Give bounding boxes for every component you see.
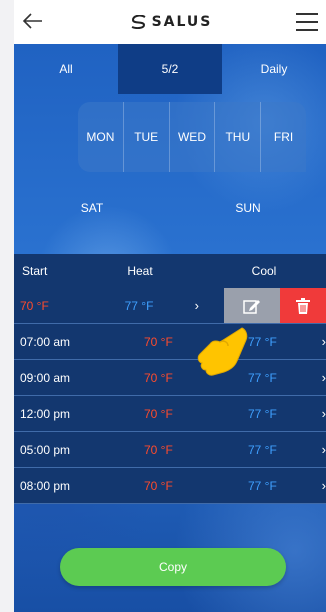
table-row[interactable]: 09:00 am 70 °F 77 °F › xyxy=(14,360,326,396)
row-start-time: 12:00 pm xyxy=(20,406,71,421)
edit-icon xyxy=(243,300,260,314)
pointing-hand-icon xyxy=(190,320,250,378)
row-heat: 70 °F xyxy=(144,478,173,493)
schedule-table-header: Start Heat Cool xyxy=(14,254,326,288)
row-start-time: 08:00 pm xyxy=(20,478,71,493)
row-heat: 70 °F xyxy=(20,298,49,313)
trash-icon xyxy=(296,298,310,314)
tab-all[interactable]: All xyxy=(14,44,118,94)
table-row[interactable]: 12:00 pm 70 °F 77 °F › xyxy=(14,396,326,432)
row-cool: 77 °F xyxy=(124,298,154,313)
salus-logo-icon xyxy=(131,15,146,29)
day-tue[interactable]: TUE xyxy=(124,102,170,172)
copy-button[interactable]: Copy xyxy=(60,548,286,586)
row-cool: 77 °F xyxy=(248,478,277,493)
chevron-right-icon: › xyxy=(194,298,199,313)
chevron-right-icon: › xyxy=(321,334,326,349)
edit-button[interactable] xyxy=(224,288,280,323)
row-start-time: 07:00 am xyxy=(20,334,71,349)
table-row[interactable]: 08:00 pm 70 °F 77 °F › xyxy=(14,468,326,504)
chevron-right-icon: › xyxy=(321,370,326,385)
brand-name: SALUS xyxy=(151,14,213,30)
weekend-selector: SAT SUN xyxy=(14,178,326,238)
table-row-swiped[interactable]: 70 °F 77 °F › xyxy=(14,288,326,324)
row-start-time: 05:00 pm xyxy=(20,442,71,457)
table-row[interactable]: 05:00 pm 70 °F 77 °F › xyxy=(14,432,326,468)
brand-logo: SALUS xyxy=(130,14,213,30)
app-header: SALUS xyxy=(14,0,326,44)
day-fri[interactable]: FRI xyxy=(261,102,306,172)
row-heat: 70 °F xyxy=(144,442,173,457)
mode-tabs: All 5/2 Daily xyxy=(14,44,326,94)
arrow-left-icon[interactable] xyxy=(22,10,46,34)
chevron-right-icon: › xyxy=(321,478,326,493)
app-screen: SALUS All 5/2 Daily MON TUE WED THU FRI … xyxy=(14,0,326,612)
row-heat: 70 °F xyxy=(144,406,173,421)
day-wed[interactable]: WED xyxy=(170,102,216,172)
header-start: Start xyxy=(22,264,48,278)
tab-daily[interactable]: Daily xyxy=(222,44,326,94)
day-thu[interactable]: THU xyxy=(215,102,262,172)
weekday-selector: MON TUE WED THU FRI xyxy=(78,102,306,172)
row-cool: 77 °F xyxy=(248,406,277,421)
day-sat[interactable]: SAT xyxy=(14,178,170,238)
tab-5-2[interactable]: 5/2 xyxy=(118,44,222,94)
row-start-time: 09:00 am xyxy=(20,370,71,385)
row-cool: 77 °F xyxy=(248,442,277,457)
schedule-table: 70 °F 77 °F › 07:00 am 70 °F 77 °F › 09:… xyxy=(14,288,326,504)
day-mon[interactable]: MON xyxy=(78,102,124,172)
chevron-right-icon: › xyxy=(321,406,326,421)
delete-button[interactable] xyxy=(280,288,326,323)
row-heat: 70 °F xyxy=(144,334,173,349)
header-heat: Heat xyxy=(127,264,153,278)
row-heat: 70 °F xyxy=(144,370,173,385)
day-sun[interactable]: SUN xyxy=(170,178,326,238)
chevron-right-icon: › xyxy=(321,442,326,457)
table-row[interactable]: 07:00 am 70 °F 77 °F › xyxy=(14,324,326,360)
header-cool: Cool xyxy=(251,264,277,278)
hamburger-menu-icon[interactable] xyxy=(295,13,318,31)
